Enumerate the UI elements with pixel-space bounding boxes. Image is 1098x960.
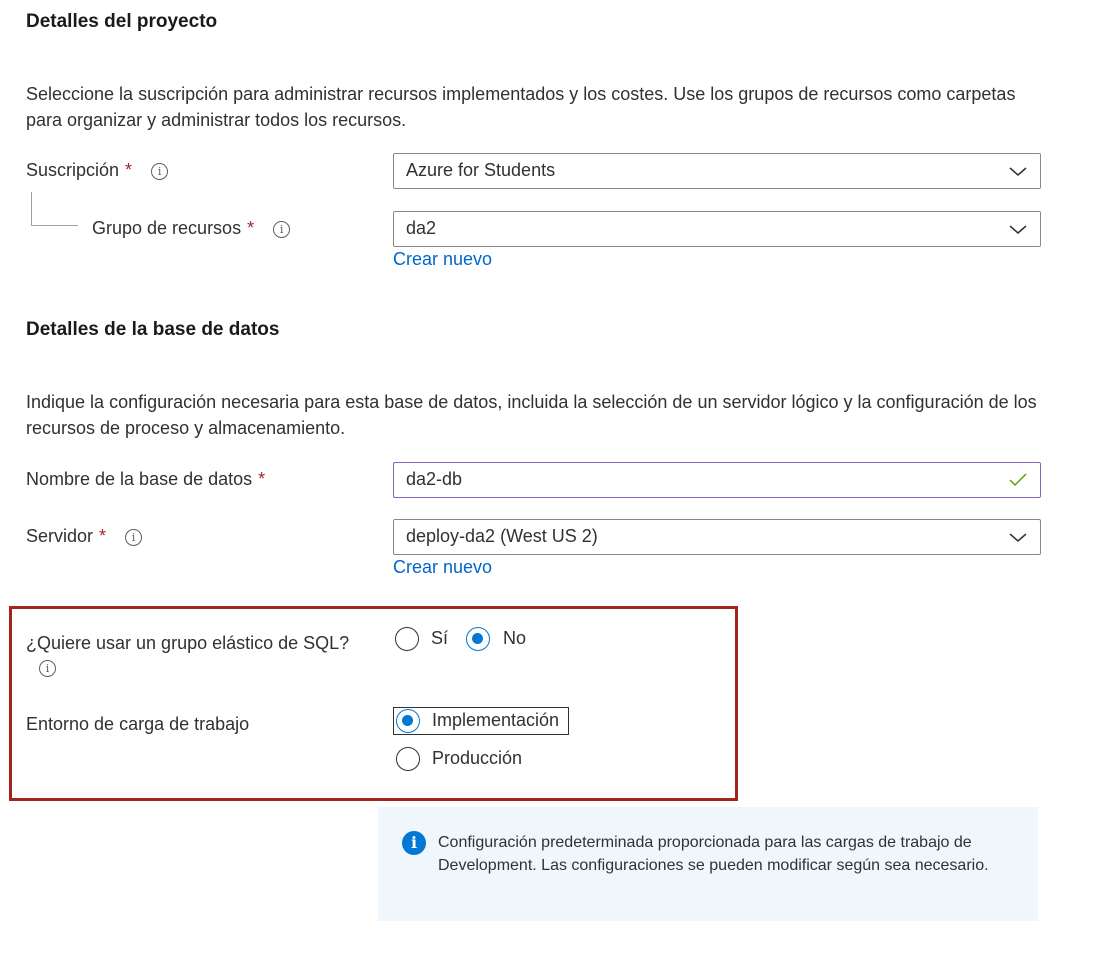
workload-production-label[interactable]: Producción [432,748,522,769]
tree-connector-vertical [31,192,32,225]
database-name-value: da2-db [406,469,463,489]
info-icon[interactable]: i [125,528,143,546]
info-message-box: i Configuración predeterminada proporcio… [378,807,1038,921]
subscription-dropdown[interactable]: Azure for Students [393,153,1041,189]
subscription-label-text: Suscripción [26,160,120,180]
create-server-link[interactable]: Crear nuevo [393,557,492,578]
resource-group-dropdown[interactable]: da2 [393,211,1041,247]
subscription-value: Azure for Students [406,160,556,180]
info-icon: i [402,831,426,855]
project-details-heading: Detalles del proyecto [26,11,218,32]
workload-environment-label: Entorno de carga de trabajo [26,714,250,734]
workload-development-label[interactable]: Implementación [432,710,559,731]
database-name-input[interactable]: da2-db [393,462,1041,498]
elastic-pool-no-radio[interactable] [466,627,490,651]
info-icon[interactable]: i [39,660,56,677]
server-value: deploy-da2 (West US 2) [406,526,598,546]
create-resource-group-link[interactable]: Crear nuevo [393,249,492,270]
server-dropdown[interactable]: deploy-da2 (West US 2) [393,519,1041,555]
chevron-down-icon [1009,167,1027,176]
database-name-label: Nombre de la base de datos * [26,469,265,490]
required-asterisk: * [125,160,133,180]
project-details-description: Seleccione la suscripción para administr… [26,84,1016,130]
chevron-down-icon [1009,533,1027,542]
workload-production-radio[interactable] [396,747,420,771]
chevron-down-icon [1009,225,1027,234]
database-name-label-text: Nombre de la base de datos [26,469,253,489]
database-details-description: Indique la configuración necesaria para … [26,392,1037,438]
required-asterisk: * [247,218,255,238]
required-asterisk: * [258,469,266,489]
subscription-label: Suscripción * i [26,160,169,181]
checkmark-icon [1009,473,1027,487]
tree-connector-horizontal [31,225,78,226]
elastic-pool-label: ¿Quiere usar un grupo elástico de SQL? [26,633,350,653]
server-label: Servidor * i [26,526,143,547]
sql-database-form: Detalles del proyecto Seleccione la susc… [0,0,1098,960]
server-label-text: Servidor [26,526,94,546]
resource-group-label: Grupo de recursos * i [92,218,291,239]
info-icon[interactable]: i [151,162,169,180]
info-icon[interactable]: i [273,220,291,238]
elastic-pool-yes-label[interactable]: Sí [431,628,448,649]
elastic-pool-yes-radio[interactable] [395,627,419,651]
resource-group-value: da2 [406,218,437,238]
elastic-pool-no-label[interactable]: No [503,628,526,649]
required-asterisk: * [99,526,107,546]
resource-group-label-text: Grupo de recursos [92,218,242,238]
database-details-heading: Detalles de la base de datos [26,319,280,340]
info-message-text: Configuración predeterminada proporciona… [438,834,989,874]
workload-development-radio[interactable] [396,709,420,733]
